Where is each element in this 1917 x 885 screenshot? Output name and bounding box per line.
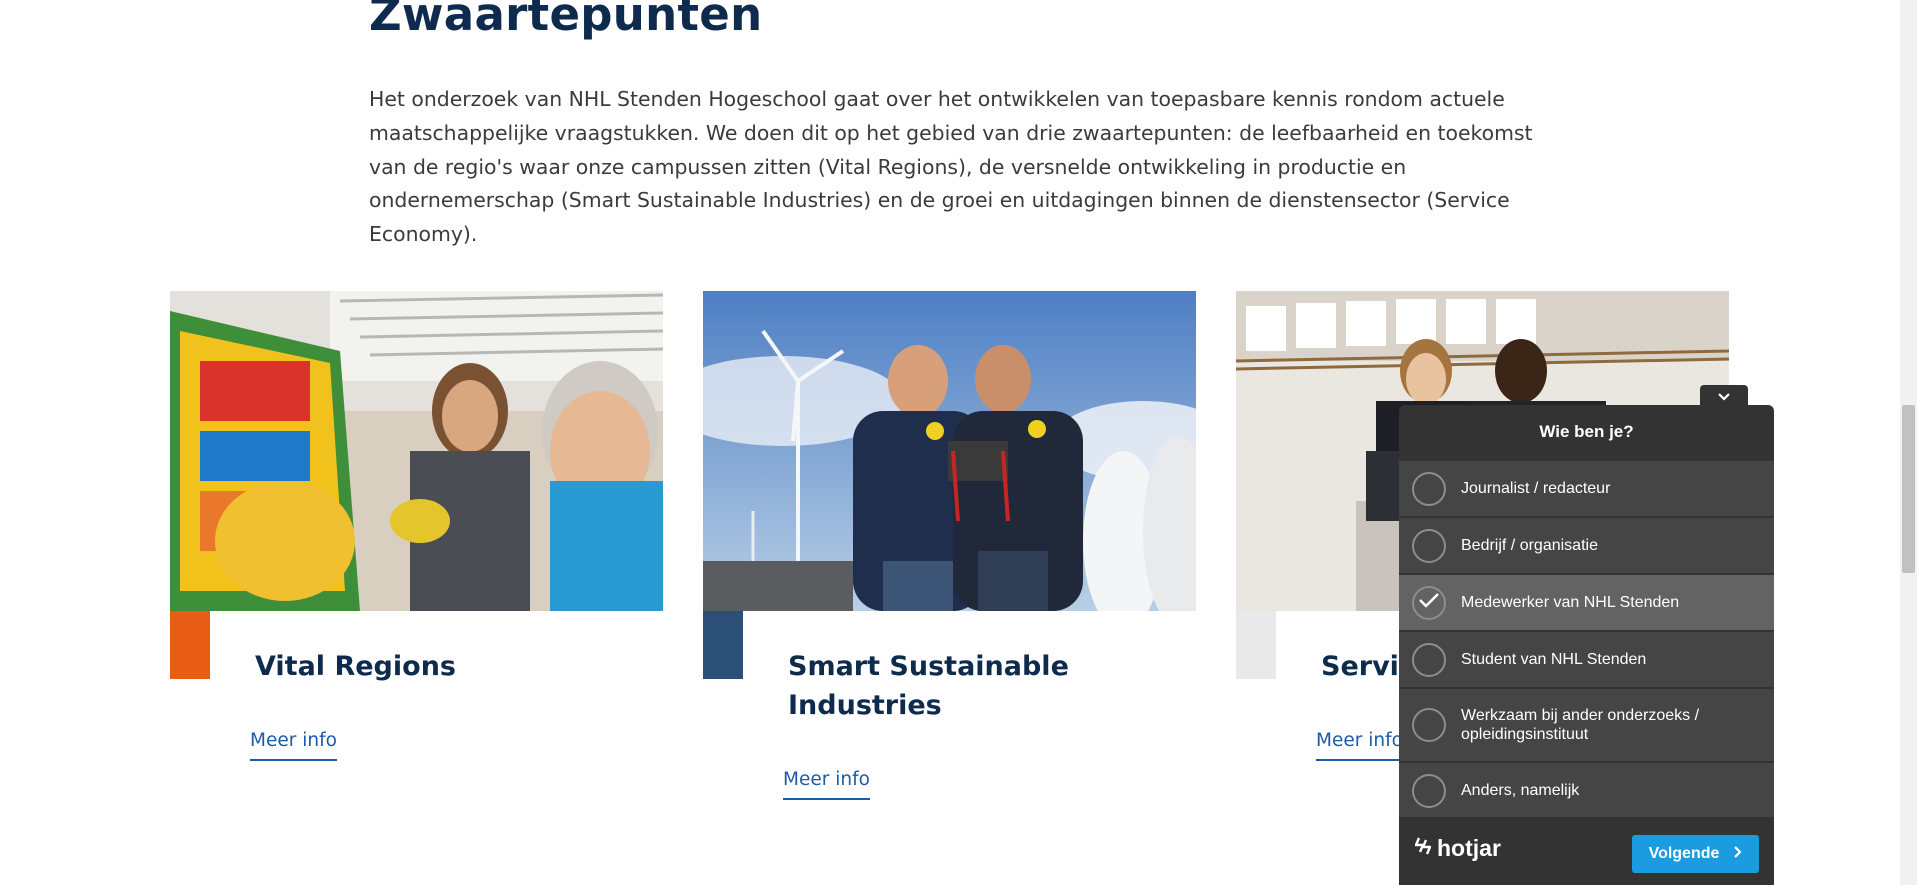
hotjar-survey-widget: Wie ben je? Journalist / redacteur Bedri… bbox=[1399, 385, 1774, 885]
survey-option-journalist[interactable]: Journalist / redacteur bbox=[1399, 461, 1774, 516]
hotjar-logo[interactable]: hotjar bbox=[1414, 835, 1501, 862]
scrollbar-thumb[interactable] bbox=[1902, 405, 1915, 573]
survey-option-label: Werkzaam bij ander onderzoeks / opleidin… bbox=[1461, 707, 1700, 743]
survey-footer: hotjar Volgende bbox=[1399, 817, 1774, 885]
section-heading: Zwaartepunten bbox=[369, 0, 763, 41]
survey-option-label: Journalist / redacteur bbox=[1461, 480, 1611, 497]
page-scrollbar[interactable] bbox=[1900, 0, 1917, 885]
survey-option-label: Student van NHL Stenden bbox=[1461, 651, 1647, 668]
vital-regions-photo bbox=[170, 291, 663, 611]
survey-option-student[interactable]: Student van NHL Stenden bbox=[1399, 632, 1774, 687]
survey-option-label: Bedrijf / organisatie bbox=[1461, 537, 1598, 554]
radio-button[interactable] bbox=[1412, 773, 1446, 808]
radio-button-checked[interactable] bbox=[1412, 585, 1446, 620]
survey-option-onderzoeksinstituut[interactable]: Werkzaam bij ander onderzoeks / opleidin… bbox=[1399, 689, 1774, 761]
radio-button[interactable] bbox=[1412, 528, 1446, 563]
next-button-label: Volgende bbox=[1648, 845, 1720, 862]
survey-question: Wie ben je? bbox=[1539, 422, 1634, 441]
radio-button[interactable] bbox=[1412, 708, 1446, 742]
check-icon bbox=[1418, 591, 1440, 614]
survey-option-bedrijf[interactable]: Bedrijf / organisatie bbox=[1399, 518, 1774, 573]
vital-regions-accent bbox=[170, 611, 210, 679]
survey-option-anders[interactable]: Anders, namelijk bbox=[1399, 763, 1774, 818]
smart-industries-more-link[interactable]: Meer info bbox=[783, 769, 870, 800]
smart-industries-title: Smart Sustainable Industries bbox=[788, 651, 1069, 721]
section-intro: Het onderzoek van NHL Stenden Hogeschool… bbox=[369, 87, 1533, 247]
hotjar-logo-icon bbox=[1414, 836, 1432, 861]
chevron-right-icon bbox=[1733, 845, 1742, 864]
survey-option-medewerker[interactable]: Medewerker van NHL Stenden bbox=[1399, 575, 1774, 630]
vital-regions-title: Vital Regions bbox=[255, 651, 456, 682]
hotjar-wordmark: hotjar bbox=[1437, 835, 1501, 861]
radio-button[interactable] bbox=[1412, 471, 1446, 506]
survey-option-label: Medewerker van NHL Stenden bbox=[1461, 594, 1680, 611]
smart-industries-accent bbox=[703, 611, 743, 679]
vital-regions-more-link[interactable]: Meer info bbox=[250, 730, 337, 761]
next-button[interactable]: Volgende bbox=[1632, 835, 1759, 873]
service-economy-accent bbox=[1236, 611, 1276, 679]
survey-panel: Wie ben je? Journalist / redacteur Bedri… bbox=[1399, 405, 1774, 885]
survey-option-label: Anders, namelijk bbox=[1461, 782, 1580, 799]
service-economy-more-link[interactable]: Meer info bbox=[1316, 730, 1403, 761]
radio-button[interactable] bbox=[1412, 642, 1446, 677]
smart-industries-photo bbox=[703, 291, 1196, 611]
